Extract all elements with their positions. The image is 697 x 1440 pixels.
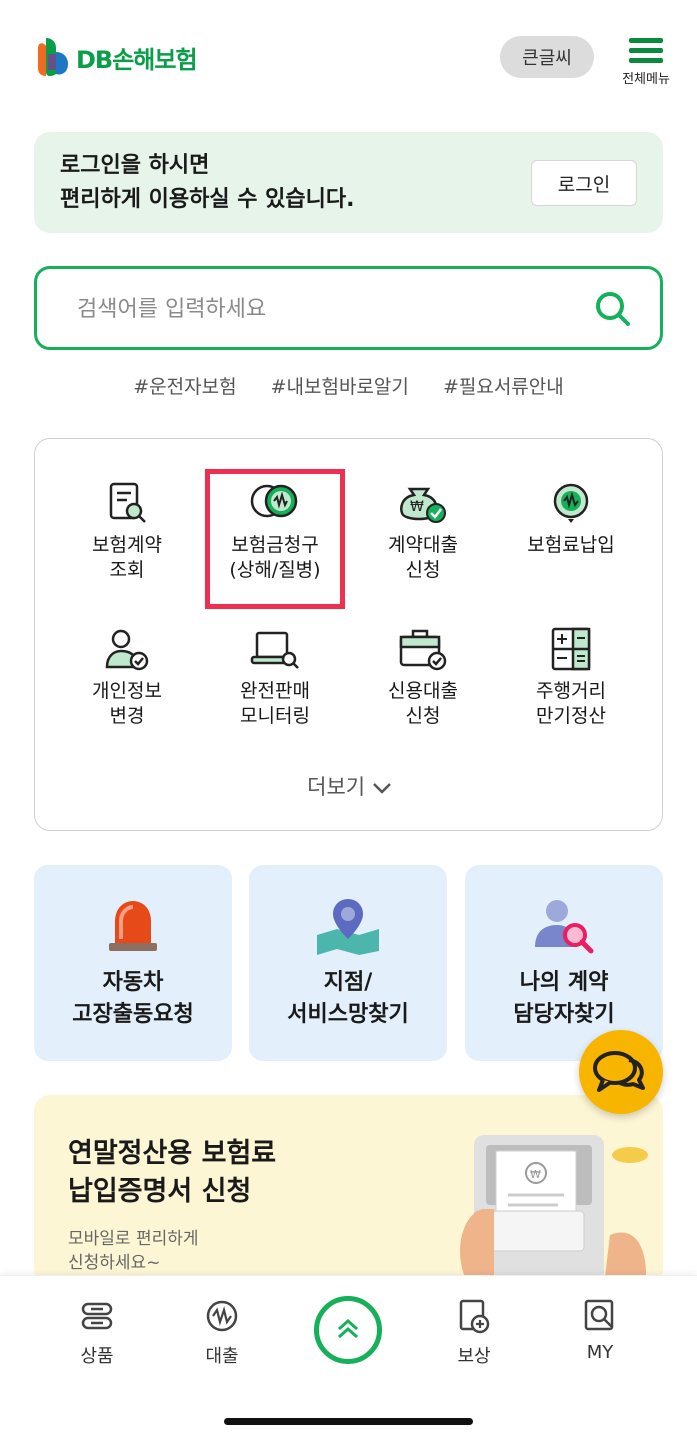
service-label: 보험계약 bbox=[92, 534, 162, 556]
service-label: 변경 bbox=[109, 705, 145, 727]
header: DB손해보험 큰글씨 전체메뉴 bbox=[0, 0, 697, 110]
claim-icon bbox=[459, 1299, 490, 1334]
service-label: 신용대출 bbox=[388, 680, 458, 702]
quick-label: 나의 계약 bbox=[519, 970, 609, 995]
login-button[interactable]: 로그인 bbox=[531, 160, 637, 206]
login-message-line1: 로그인을 하시면 bbox=[60, 153, 210, 178]
tag-driver-insurance[interactable]: #운전자보험 bbox=[133, 376, 236, 398]
login-banner: 로그인을 하시면 편리하게 이용하실 수 있습니다. 로그인 bbox=[34, 132, 663, 233]
quick-label: 서비스망찾기 bbox=[287, 1002, 409, 1027]
service-label: 주행거리 bbox=[536, 680, 606, 702]
promo-title-line2: 납입증명서 신청 bbox=[68, 1176, 252, 1207]
quick-label: 고장출동요청 bbox=[72, 1002, 194, 1027]
nav-label: 대출 bbox=[205, 1346, 239, 1367]
menu-label: 전체메뉴 bbox=[622, 72, 670, 87]
service-label: 모니터링 bbox=[240, 705, 310, 727]
quick-branch-finder[interactable]: 지점/ 서비스망찾기 bbox=[249, 865, 447, 1061]
promo-subtitle-line1: 모바일로 편리하게 bbox=[68, 1229, 199, 1249]
service-label: 보험금청구 bbox=[231, 534, 319, 556]
coin-won-icon bbox=[250, 484, 298, 518]
service-grid: 보험계약 조회 보험금청구 (상해/질병) ₩ 계약대출 신청 보험료납입 개인… bbox=[34, 438, 663, 831]
service-credit-loan[interactable]: 신용대출 신청 bbox=[353, 627, 493, 729]
calculator-receipt-illustration: ₩ bbox=[460, 1135, 648, 1285]
my-search-icon bbox=[584, 1299, 614, 1331]
promo-subtitle: 모바일로 편리하게 신청하세요~ bbox=[68, 1227, 199, 1275]
service-label: 신청 bbox=[405, 705, 441, 727]
service-sales-monitoring[interactable]: 완전판매 모니터링 bbox=[205, 627, 345, 729]
db-logo-mark-icon bbox=[34, 34, 74, 80]
hashtag-links: #운전자보험 #내보험바로알기 #필요서류안내 bbox=[0, 372, 697, 399]
search-icon[interactable] bbox=[593, 289, 633, 329]
service-label: 계약대출 bbox=[388, 534, 458, 556]
promo-banner[interactable]: 연말정산용 보험료 납입증명서 신청 모바일로 편리하게 신청하세요~ ₩ bbox=[34, 1095, 663, 1285]
nav-my[interactable]: MY bbox=[555, 1298, 645, 1363]
service-label: 개인정보 bbox=[92, 680, 162, 702]
tag-required-documents[interactable]: #필요서류안내 bbox=[443, 376, 564, 398]
db-logo[interactable]: DB손해보험 bbox=[34, 34, 198, 80]
service-label: 보험료납입 bbox=[527, 534, 615, 556]
full-menu-button[interactable]: 전체메뉴 bbox=[612, 36, 680, 92]
quick-car-breakdown[interactable]: 자동차 고장출동요청 bbox=[34, 865, 232, 1061]
service-label: 완전판매 bbox=[240, 680, 310, 702]
more-label: 더보기 bbox=[307, 775, 366, 799]
bottom-navigation: 상품 대출 보상 MY bbox=[0, 1275, 697, 1440]
promo-subtitle-line2: 신청하세요~ bbox=[68, 1253, 161, 1273]
service-label: 신청 bbox=[405, 559, 441, 581]
search-box bbox=[34, 266, 663, 350]
product-icon bbox=[81, 1302, 113, 1330]
large-font-button[interactable]: 큰글씨 bbox=[500, 36, 594, 78]
service-label: 만기정산 bbox=[536, 705, 606, 727]
service-mileage-settlement[interactable]: 주행거리 만기정산 bbox=[501, 627, 641, 729]
person-search-icon bbox=[535, 900, 594, 954]
chat-bubbles-icon bbox=[593, 1051, 645, 1092]
briefcase-check-icon bbox=[399, 629, 447, 671]
siren-icon bbox=[109, 901, 157, 951]
scroll-top-button[interactable] bbox=[314, 1296, 382, 1364]
svg-text:₩: ₩ bbox=[410, 499, 424, 515]
service-label: (상해/질병) bbox=[229, 559, 321, 581]
promo-title: 연말정산용 보험료 납입증명서 신청 bbox=[68, 1135, 276, 1211]
quick-label: 지점/ bbox=[323, 970, 373, 995]
hamburger-icon bbox=[629, 38, 663, 63]
loan-icon bbox=[206, 1300, 238, 1332]
service-label: 조회 bbox=[109, 559, 145, 581]
service-premium-payment[interactable]: 보험료납입 bbox=[501, 481, 641, 558]
double-chevron-up-icon bbox=[338, 1318, 358, 1339]
login-message-line2: 편리하게 이용하실 수 있습니다. bbox=[60, 187, 355, 212]
login-message: 로그인을 하시면 편리하게 이용하실 수 있습니다. bbox=[60, 149, 354, 217]
nav-loan[interactable]: 대출 bbox=[177, 1298, 267, 1368]
quick-label: 담당자찾기 bbox=[513, 1002, 615, 1027]
svg-text:₩: ₩ bbox=[530, 1168, 541, 1181]
home-indicator bbox=[224, 1418, 473, 1425]
nav-label: MY bbox=[586, 1342, 614, 1363]
chevron-down-icon bbox=[372, 783, 391, 794]
service-contract-inquiry[interactable]: 보험계약 조회 bbox=[57, 481, 197, 583]
nav-label: 보상 bbox=[457, 1346, 491, 1367]
chatbot-button[interactable] bbox=[579, 1030, 663, 1114]
tag-my-insurance[interactable]: #내보험바로알기 bbox=[271, 376, 409, 398]
logo-text: DB손해보험 bbox=[76, 45, 198, 74]
service-personal-info-change[interactable]: 개인정보 변경 bbox=[57, 627, 197, 729]
quick-label: 자동차 bbox=[102, 970, 164, 995]
nav-label: 상품 bbox=[80, 1346, 114, 1367]
nav-claim[interactable]: 보상 bbox=[429, 1298, 519, 1368]
user-check-icon bbox=[105, 629, 149, 671]
money-bag-check-icon: ₩ bbox=[400, 487, 446, 523]
service-claim-injury-disease[interactable]: 보험금청구 (상해/질병) bbox=[205, 481, 345, 583]
promo-title-line1: 연말정산용 보험료 bbox=[68, 1138, 277, 1169]
service-contract-loan[interactable]: ₩ 계약대출 신청 bbox=[353, 481, 493, 583]
document-search-icon bbox=[109, 482, 146, 523]
won-circle-arrow-icon bbox=[553, 483, 589, 523]
calculator-icon bbox=[551, 627, 591, 671]
search-input[interactable] bbox=[77, 293, 557, 325]
map-pin-icon bbox=[317, 899, 379, 955]
nav-products[interactable]: 상품 bbox=[52, 1298, 142, 1368]
more-button[interactable]: 더보기 bbox=[35, 771, 664, 801]
laptop-search-icon bbox=[250, 631, 299, 669]
